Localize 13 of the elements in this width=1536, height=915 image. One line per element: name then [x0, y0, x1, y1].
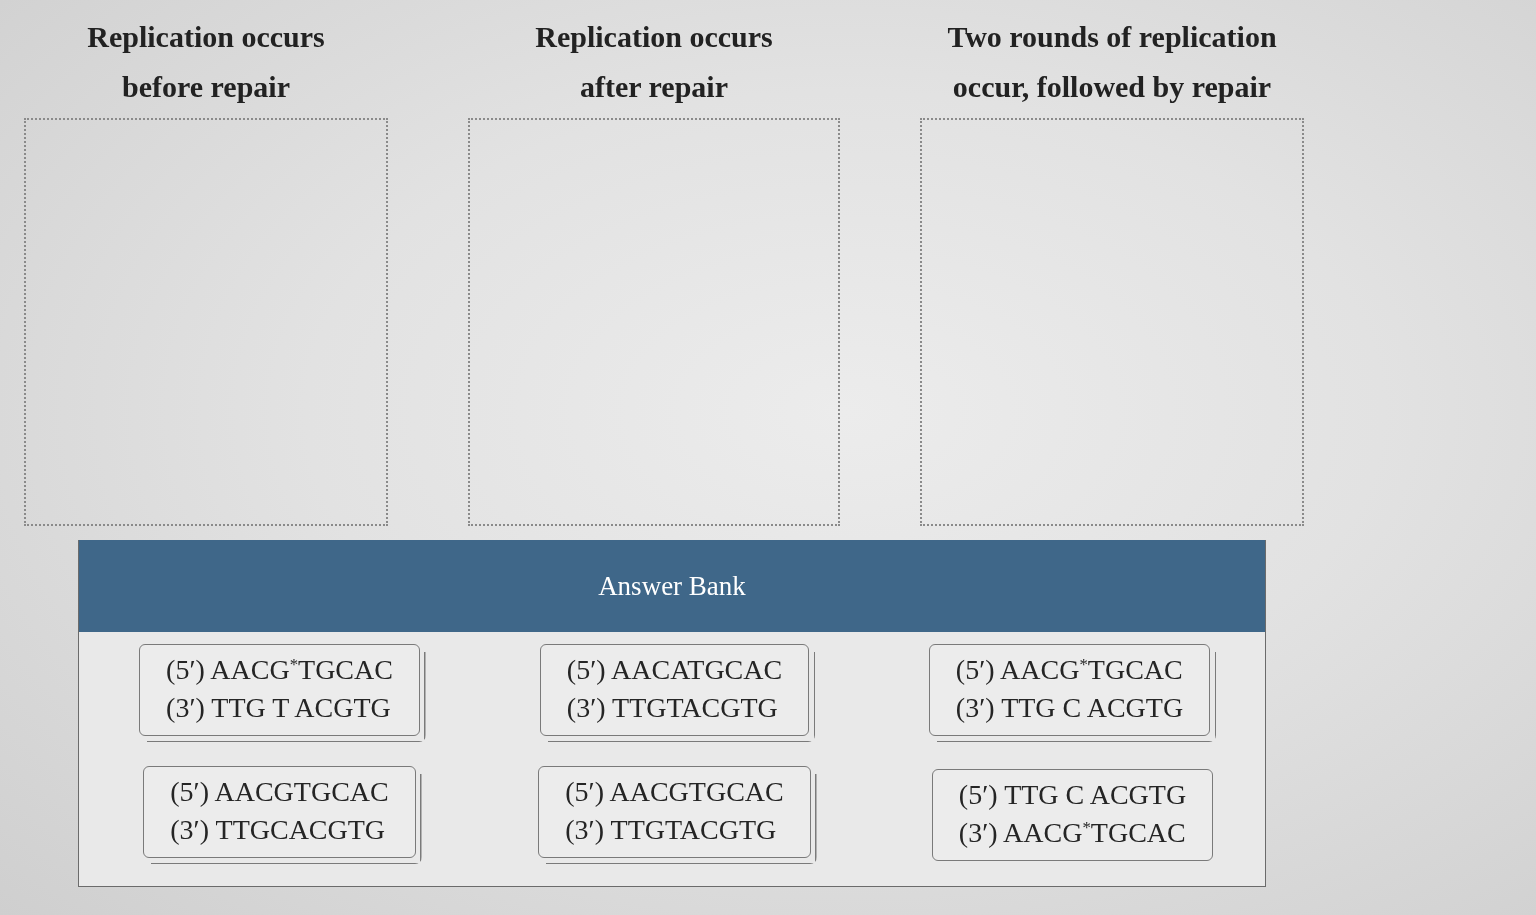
answer-card[interactable]: (5′) AACGTGCAC (3′) TTGTACGTG	[538, 766, 817, 864]
drop-zone[interactable]	[24, 118, 388, 526]
drop-zone[interactable]	[920, 118, 1304, 526]
answer-card[interactable]: (5′) TTG C ACGTG (3′) AACG$^{*}$TGCAC	[931, 766, 1214, 864]
answer-bank-title: Answer Bank	[79, 540, 1265, 632]
category-heading: Two rounds of replication occur, followed by repair	[946, 19, 1278, 105]
answer-card[interactable]: (5′) AACGTGCAC (3′) TTGCACGTG	[143, 766, 422, 864]
drop-zone[interactable]	[468, 118, 840, 526]
answer-card[interactable]: (5′) AACG$^{*}$TGCAC (3′) TTG T ACGTG	[139, 644, 426, 742]
answer-card[interactable]: (5′) AACATGCAC (3′) TTGTACGTG	[539, 644, 816, 742]
category-heading: Replication occurs before repair	[86, 19, 326, 105]
answer-card[interactable]: (5′) AACG$^{*}$TGCAC (3′) TTG C ACGTG	[928, 644, 1217, 742]
category-heading: Replication occurs after repair	[534, 19, 774, 105]
